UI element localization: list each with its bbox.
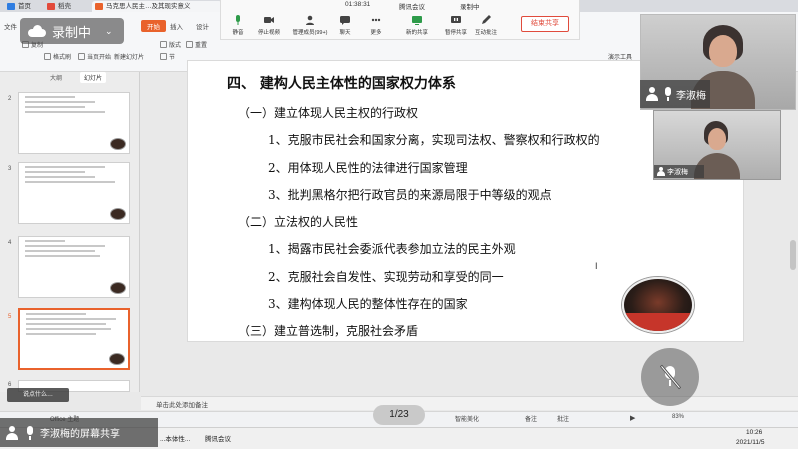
- clock-date: 2021/11/5: [736, 439, 765, 446]
- stop-video-button[interactable]: 停止视频: [254, 14, 284, 36]
- chevron-down-icon: ⌄: [105, 25, 113, 36]
- text-cursor-icon: I: [595, 261, 598, 271]
- taskbar-item-meeting[interactable]: 腾讯会议: [205, 433, 231, 443]
- pen-icon: [482, 15, 491, 24]
- end-share-button[interactable]: 结束共享: [521, 16, 569, 32]
- user-icon: [644, 86, 660, 102]
- cloud-icon: [28, 25, 46, 37]
- participant-name-label: 李淑梅: [640, 80, 710, 108]
- manage-members-button[interactable]: 管理成员(99+): [290, 14, 330, 36]
- slide-number: 3: [8, 166, 12, 172]
- slide-title[interactable]: 四、 建构人民主体性的国家权力体系: [227, 73, 456, 93]
- play-current-button[interactable]: 当页开始: [78, 52, 111, 61]
- tab-home[interactable]: 首页: [4, 1, 42, 12]
- taskbar-item[interactable]: ...本体性...: [160, 433, 190, 443]
- slide-bullet[interactable]: 1、克服市民社会和国家分离，实现司法权、警察权和行政权的: [268, 131, 654, 148]
- chat-input-preview[interactable]: 说点什么…: [7, 388, 69, 402]
- comment-toggle-button[interactable]: 批注: [557, 414, 569, 423]
- slide-bullet[interactable]: 1、揭露市民社会委派代表参加立法的民主外观: [268, 240, 516, 257]
- page-indicator: 1/23: [373, 405, 425, 425]
- tab-docer[interactable]: 稻壳: [44, 1, 90, 12]
- menu-insert[interactable]: 插入: [170, 21, 183, 31]
- new-slide-button[interactable]: 新建幻灯片: [114, 52, 144, 61]
- menu-file[interactable]: 文件: [4, 21, 17, 31]
- decoration-image: [109, 353, 125, 365]
- participant-name-label: 李淑梅: [654, 165, 704, 178]
- vertical-scrollbar[interactable]: [790, 240, 796, 270]
- menu-design[interactable]: 设计: [196, 21, 209, 31]
- notes-toggle-button[interactable]: 备注: [525, 414, 537, 423]
- video-camera-icon: [264, 17, 274, 23]
- meeting-app-name: 腾讯会议: [399, 4, 425, 11]
- meeting-recording-status[interactable]: 录制中: [460, 1, 480, 11]
- user-icon: [4, 425, 20, 441]
- play-icon[interactable]: ▶: [630, 414, 635, 422]
- user-icon: [656, 167, 665, 176]
- decoration-image[interactable]: [622, 277, 694, 333]
- decoration-image: [110, 208, 126, 220]
- section-icon: [160, 53, 167, 60]
- slide-heading[interactable]: （三）建立普选制，克服社会矛盾: [238, 322, 418, 339]
- microphone-icon: [236, 15, 240, 25]
- format-painter-button[interactable]: 格式刷: [44, 52, 71, 61]
- tab-document[interactable]: 马克思人民主…及其现实意义: [92, 1, 222, 12]
- decoration-image: [110, 282, 126, 294]
- tab-outline[interactable]: 大纲: [50, 73, 62, 82]
- chat-button[interactable]: 聊天: [330, 14, 360, 36]
- slide-bullet[interactable]: 3、批判黑格尔把行政官员的来源局限于中等级的观点: [268, 186, 552, 203]
- microphone-icon: [26, 425, 34, 440]
- presentation-tab-icon: [95, 3, 103, 10]
- pause-icon: [451, 16, 461, 23]
- chat-icon: [340, 16, 350, 25]
- slide-bullet[interactable]: 3、建构体现人民的整体性存在的国家: [268, 295, 468, 312]
- layout-icon: [160, 41, 167, 48]
- slide-thumbnail-4[interactable]: [18, 236, 130, 298]
- menu-home[interactable]: 开始: [141, 20, 166, 32]
- notes-pane[interactable]: [141, 396, 798, 410]
- slide-thumbnail-5[interactable]: [18, 308, 130, 370]
- slide-number: 5: [8, 314, 12, 320]
- zoom-level[interactable]: 83%: [672, 414, 684, 420]
- docer-tab-icon: [47, 3, 55, 10]
- slide-number: 4: [8, 240, 12, 246]
- muted-microphone-button[interactable]: [641, 348, 699, 406]
- microphone-icon: [664, 87, 672, 101]
- meeting-timer: 01:38:31: [345, 1, 371, 8]
- more-button[interactable]: 更多: [361, 14, 391, 36]
- annotate-button[interactable]: 互动批注: [471, 14, 501, 36]
- slide-thumbnail-3[interactable]: [18, 162, 130, 224]
- layout-button[interactable]: 版式: [160, 40, 181, 49]
- slide-heading[interactable]: （二）立法权的人民性: [238, 213, 358, 230]
- reset-icon: [186, 41, 193, 48]
- pause-share-button[interactable]: 暂停共享: [441, 14, 471, 36]
- more-icon: [371, 18, 381, 22]
- tab-slides[interactable]: 幻灯片: [80, 72, 107, 83]
- slide-bullet[interactable]: 2、克服社会自发性、实现劳动和享受的同一: [268, 268, 504, 285]
- slide-thumbnail-2[interactable]: [18, 92, 130, 154]
- section-button[interactable]: 节: [160, 52, 175, 61]
- slide-bullet[interactable]: 2、用体现人民性的法律进行国家管理: [268, 159, 468, 176]
- screen-share-badge: 李淑梅的屏幕共享: [0, 418, 158, 447]
- slide-heading[interactable]: （一）建立体现人民主权的行政权: [238, 104, 418, 121]
- brush-icon: [44, 53, 51, 60]
- notes-placeholder[interactable]: 单击此处添加备注: [156, 399, 208, 409]
- recording-badge[interactable]: 录制中 ⌄: [20, 18, 124, 44]
- slide-number: 2: [8, 96, 12, 102]
- smart-beautify-button[interactable]: 智能美化: [455, 414, 479, 423]
- decoration-image: [110, 138, 126, 150]
- members-icon: [306, 15, 314, 25]
- play-icon: [78, 53, 85, 60]
- home-tab-icon: [7, 3, 15, 10]
- new-share-button[interactable]: 新的共享: [402, 14, 432, 36]
- reset-button[interactable]: 重置: [186, 40, 207, 49]
- share-screen-icon: [412, 16, 422, 25]
- clock-time: 10:26: [746, 429, 763, 436]
- mute-button[interactable]: 静音: [223, 14, 253, 36]
